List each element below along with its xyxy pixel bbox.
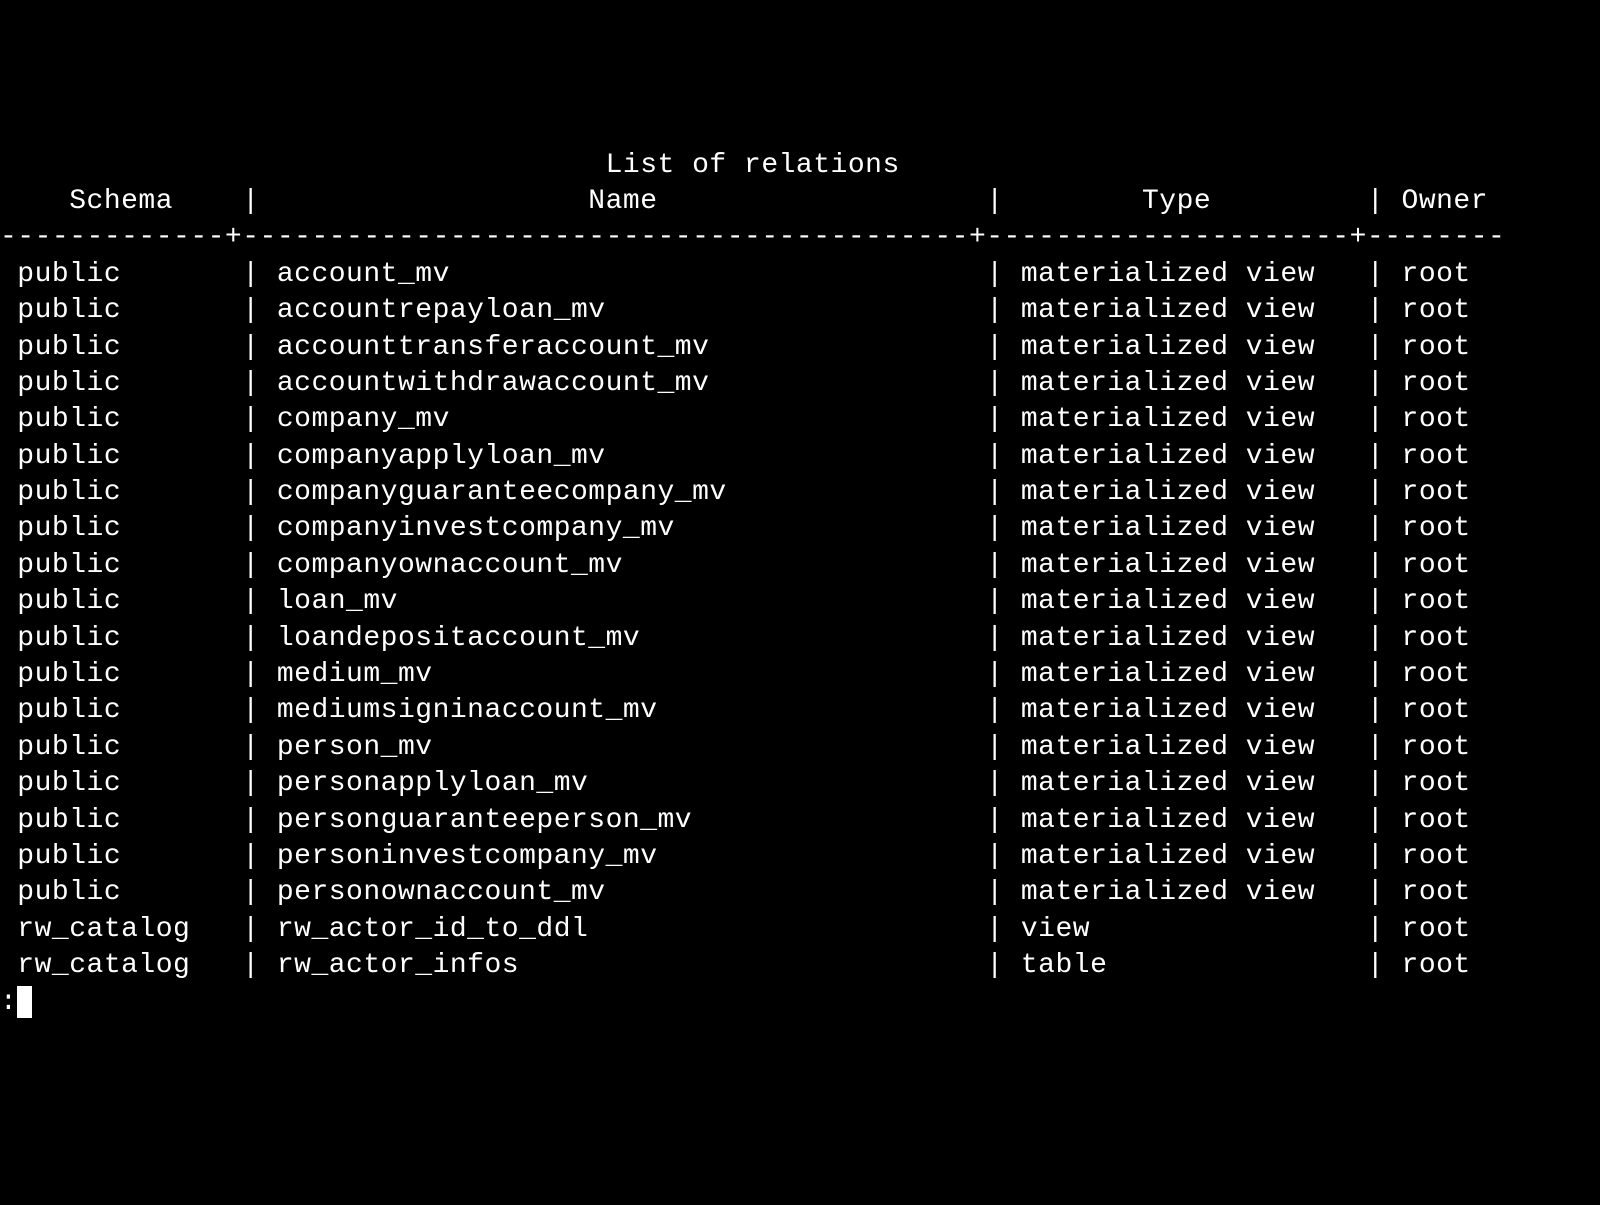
table-title: List of relations [0, 148, 1600, 184]
table-body: public | account_mv | materialized view … [0, 257, 1600, 985]
pager-prompt[interactable]: : [0, 987, 17, 1018]
table-row: rw_catalog | rw_actor_id_to_ddl | view |… [0, 912, 1600, 948]
table-row: public | companyguaranteecompany_mv | ma… [0, 475, 1600, 511]
table-row: public | loandepositaccount_mv | materia… [0, 621, 1600, 657]
table-row: public | personownaccount_mv | materiali… [0, 875, 1600, 911]
table-row: public | loan_mv | materialized view | r… [0, 584, 1600, 620]
table-row: rw_catalog | rw_actor_infos | table | ro… [0, 948, 1600, 984]
table-row: public | personinvestcompany_mv | materi… [0, 839, 1600, 875]
terminal-output[interactable]: List of relations Schema | Name | Type |… [0, 148, 1600, 1021]
table-row: public | personguaranteeperson_mv | mate… [0, 803, 1600, 839]
table-row: public | person_mv | materialized view |… [0, 730, 1600, 766]
table-header: Schema | Name | Type | Owner [0, 184, 1600, 220]
table-row: public | account_mv | materialized view … [0, 257, 1600, 293]
cursor [17, 986, 32, 1018]
table-row: public | medium_mv | materialized view |… [0, 657, 1600, 693]
table-row: public | mediumsigninaccount_mv | materi… [0, 693, 1600, 729]
table-row: public | accountwithdrawaccount_mv | mat… [0, 366, 1600, 402]
table-row: public | company_mv | materialized view … [0, 402, 1600, 438]
table-row: public | companyinvestcompany_mv | mater… [0, 511, 1600, 547]
table-row: public | accounttransferaccount_mv | mat… [0, 330, 1600, 366]
table-row: public | companyownaccount_mv | material… [0, 548, 1600, 584]
table-row: public | companyapplyloan_mv | materiali… [0, 439, 1600, 475]
table-separator: -------------+--------------------------… [0, 220, 1600, 256]
table-row: public | personapplyloan_mv | materializ… [0, 766, 1600, 802]
table-row: public | accountrepayloan_mv | materiali… [0, 293, 1600, 329]
